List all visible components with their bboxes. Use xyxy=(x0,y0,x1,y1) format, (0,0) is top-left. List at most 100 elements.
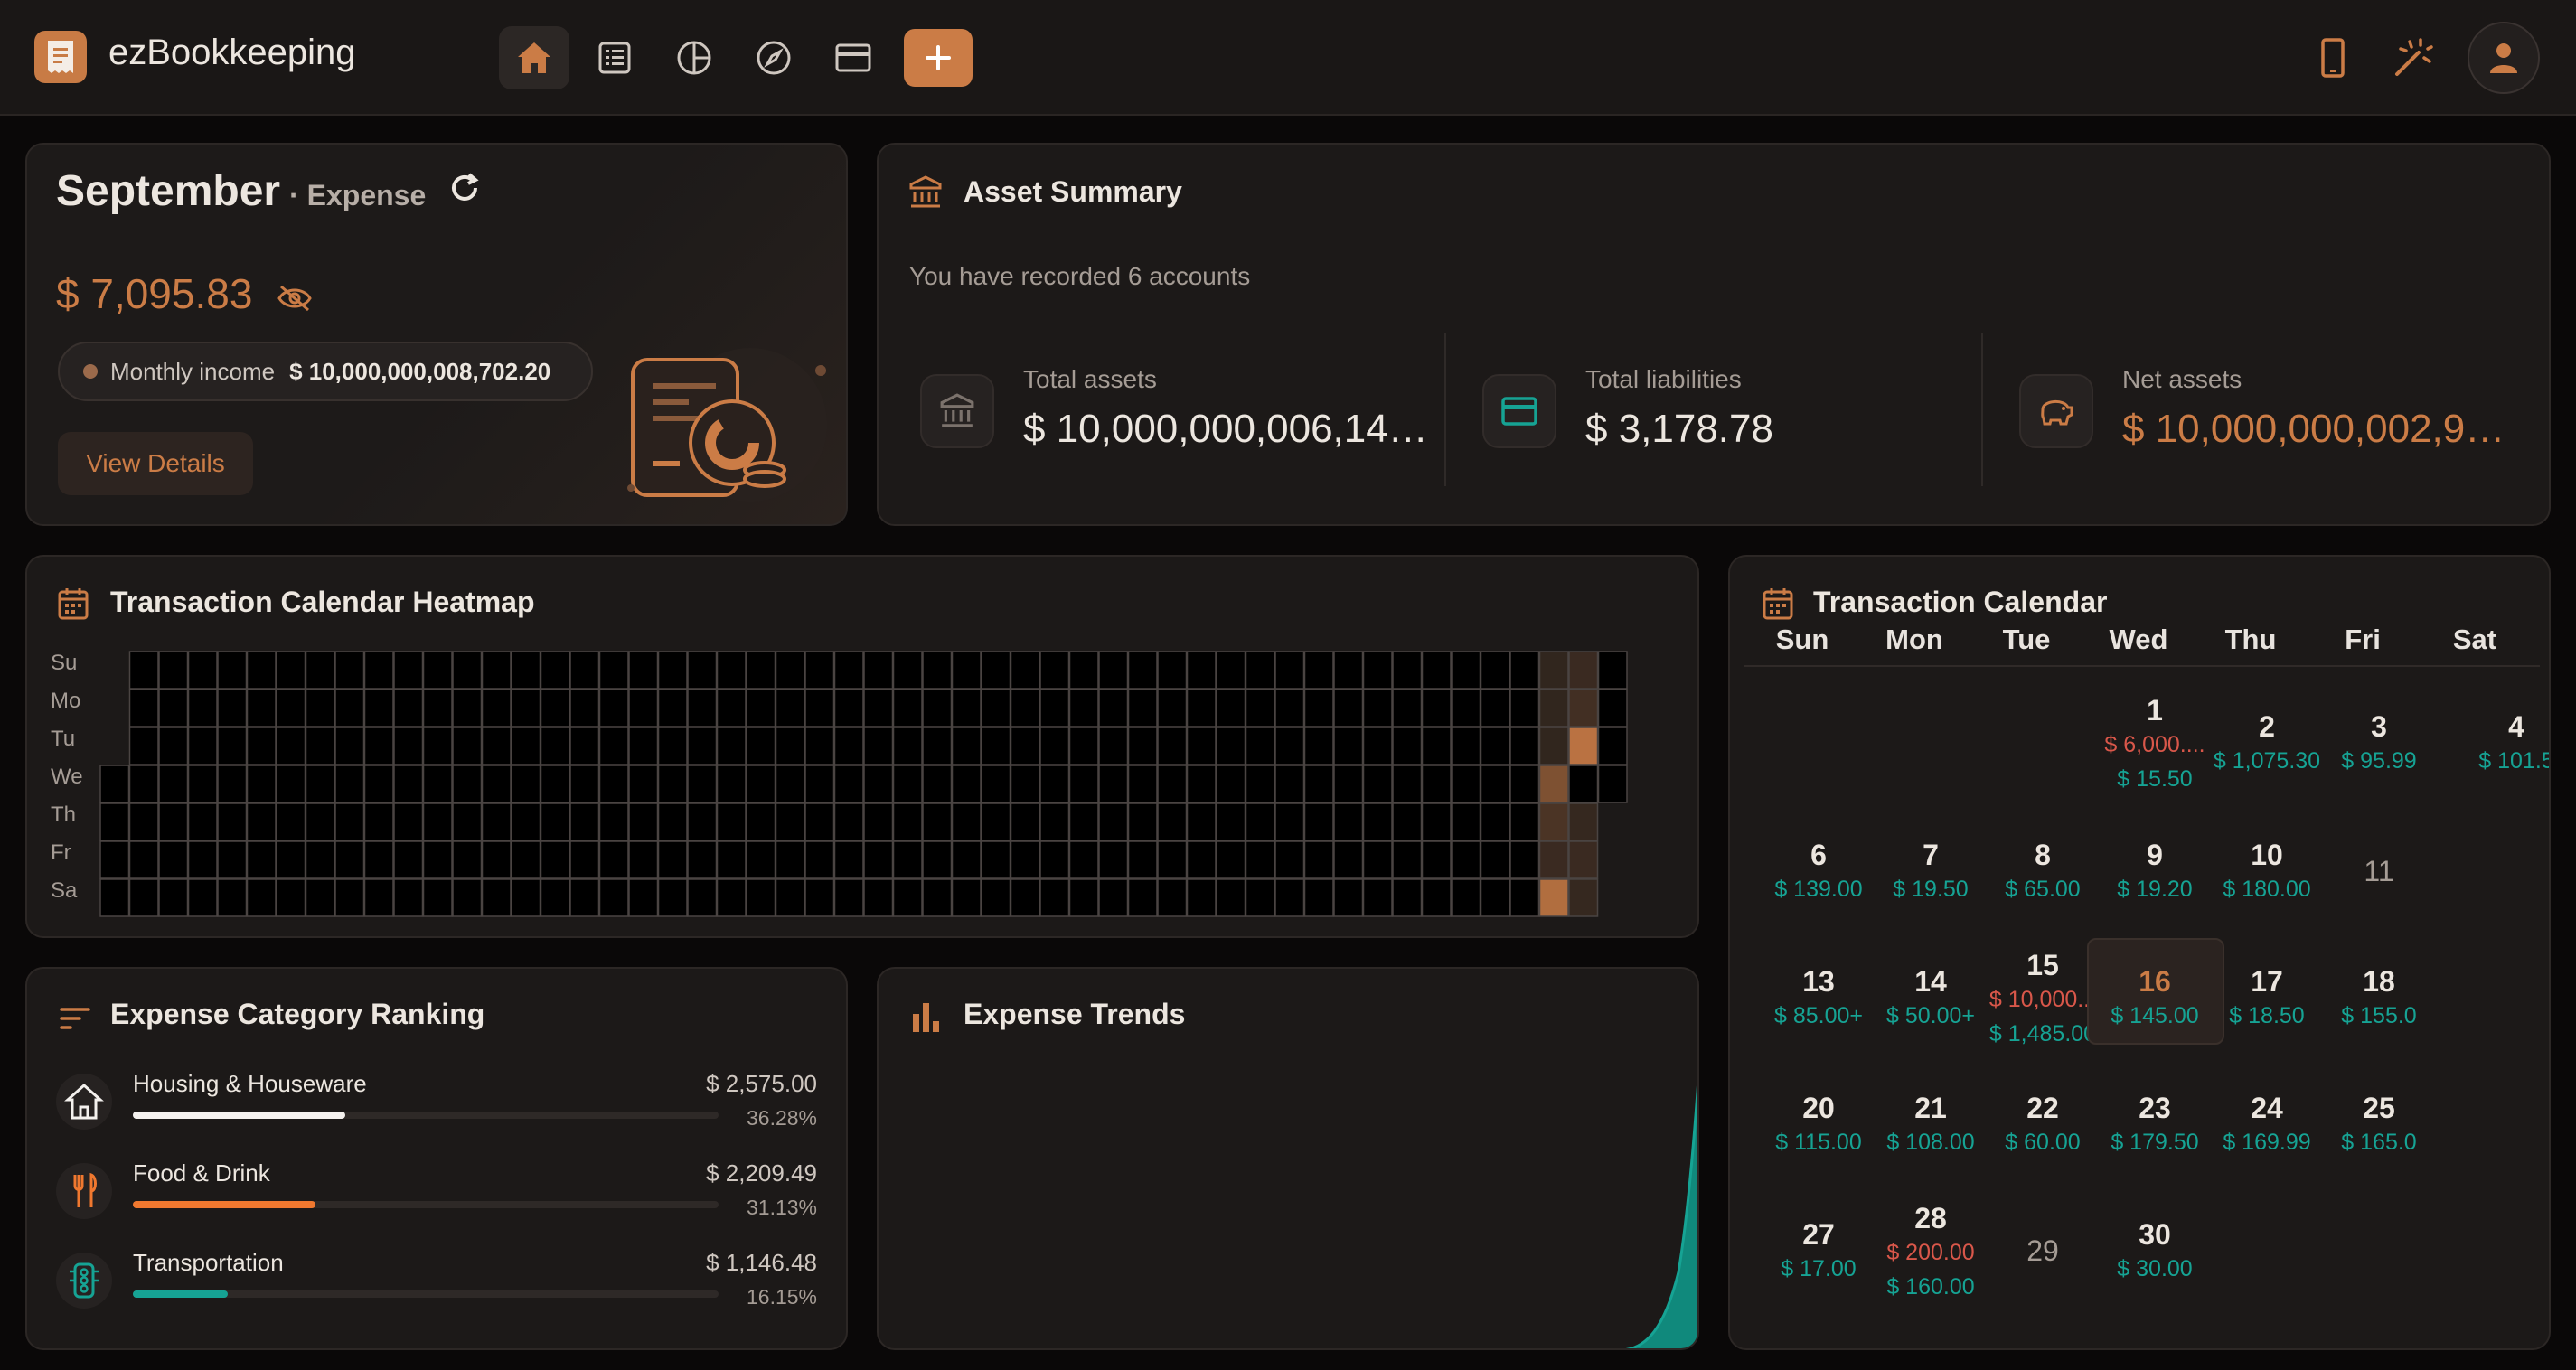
heatmap-cell[interactable] xyxy=(657,802,688,841)
heatmap-cell[interactable] xyxy=(628,727,659,765)
heatmap-cell[interactable] xyxy=(481,689,512,727)
heatmap-cell[interactable] xyxy=(1274,840,1305,879)
heatmap-cell[interactable] xyxy=(1157,840,1188,879)
heatmap-cell[interactable] xyxy=(1568,765,1599,803)
heatmap-cell[interactable] xyxy=(892,765,923,803)
heatmap-cell[interactable] xyxy=(187,802,218,841)
heatmap-cell[interactable] xyxy=(481,840,512,879)
heatmap-cell[interactable] xyxy=(334,765,365,803)
heatmap-cell[interactable] xyxy=(1480,651,1510,690)
heatmap-cell[interactable] xyxy=(1362,689,1393,727)
heatmap-cell[interactable] xyxy=(951,802,982,841)
calendar-day-cell[interactable]: 3 $ 95.99 xyxy=(2311,710,2447,778)
heatmap-cell[interactable] xyxy=(334,727,365,765)
heatmap-cell[interactable] xyxy=(276,802,306,841)
heatmap-cell[interactable] xyxy=(422,765,453,803)
heatmap-cell[interactable] xyxy=(892,689,923,727)
heatmap-cell[interactable] xyxy=(511,878,541,917)
calendar-day-cell[interactable]: 4 $ 101.5 xyxy=(2449,710,2549,778)
heatmap-cell[interactable] xyxy=(1039,878,1070,917)
heatmap-cell[interactable] xyxy=(746,651,776,690)
heatmap-cell[interactable] xyxy=(305,802,335,841)
refresh-icon[interactable] xyxy=(447,171,482,205)
heatmap-cell[interactable] xyxy=(540,802,570,841)
heatmap-cell[interactable] xyxy=(1186,765,1217,803)
heatmap-cell[interactable] xyxy=(1538,878,1569,917)
heatmap-cell[interactable] xyxy=(217,651,248,690)
heatmap-cell[interactable] xyxy=(1597,727,1628,765)
heatmap-cell[interactable] xyxy=(393,802,424,841)
heatmap-cell[interactable] xyxy=(951,727,982,765)
heatmap-cell[interactable] xyxy=(305,878,335,917)
heatmap-cell[interactable] xyxy=(746,802,776,841)
heatmap-cell[interactable] xyxy=(687,878,718,917)
heatmap-cell[interactable] xyxy=(628,689,659,727)
heatmap-cell[interactable] xyxy=(1538,651,1569,690)
heatmap-cell[interactable] xyxy=(158,727,189,765)
heatmap-cell[interactable] xyxy=(1451,878,1481,917)
heatmap-cell[interactable] xyxy=(1216,727,1246,765)
heatmap-cell[interactable] xyxy=(128,727,159,765)
heatmap-cell[interactable] xyxy=(1568,878,1599,917)
view-details-button[interactable]: View Details xyxy=(58,432,253,495)
heatmap-cell[interactable] xyxy=(540,689,570,727)
heatmap-cell[interactable] xyxy=(452,689,483,727)
heatmap-cell[interactable] xyxy=(452,802,483,841)
heatmap-cell[interactable] xyxy=(1098,689,1129,727)
heatmap-cell[interactable] xyxy=(246,765,277,803)
heatmap-cell[interactable] xyxy=(569,651,600,690)
heatmap-cell[interactable] xyxy=(569,765,600,803)
heatmap-cell[interactable] xyxy=(305,727,335,765)
heatmap-cell[interactable] xyxy=(1245,878,1275,917)
heatmap-cell[interactable] xyxy=(1186,727,1217,765)
heatmap-cell[interactable] xyxy=(833,689,864,727)
heatmap-cell[interactable] xyxy=(598,689,629,727)
heatmap-cell[interactable] xyxy=(1186,651,1217,690)
heatmap-cell[interactable] xyxy=(187,651,218,690)
heatmap-cell[interactable] xyxy=(393,765,424,803)
heatmap-cell[interactable] xyxy=(569,878,600,917)
heatmap-cell[interactable] xyxy=(246,802,277,841)
calendar-day-cell[interactable]: 30 $ 30.00 xyxy=(2087,1218,2223,1286)
heatmap-cell[interactable] xyxy=(422,802,453,841)
heatmap-cell[interactable] xyxy=(305,840,335,879)
calendar-day-cell[interactable]: 18 $ 155.0 xyxy=(2311,965,2447,1033)
heatmap-cell[interactable] xyxy=(1098,651,1129,690)
heatmap-cell[interactable] xyxy=(833,840,864,879)
heatmap-cell[interactable] xyxy=(1451,651,1481,690)
heatmap-cell[interactable] xyxy=(804,802,835,841)
heatmap-cell[interactable] xyxy=(775,689,805,727)
heatmap-cell[interactable] xyxy=(804,765,835,803)
nav-statistics-button[interactable] xyxy=(659,26,729,89)
heatmap-cell[interactable] xyxy=(187,765,218,803)
heatmap-cell[interactable] xyxy=(99,802,130,841)
heatmap-cell[interactable] xyxy=(1538,840,1569,879)
heatmap-cell[interactable] xyxy=(1538,802,1569,841)
ranking-item[interactable]: Food & Drink $ 2,209.49 31.13% xyxy=(27,1159,846,1241)
heatmap-cell[interactable] xyxy=(569,689,600,727)
calendar-day-cell[interactable]: 11 xyxy=(2311,839,2447,888)
heatmap-cell[interactable] xyxy=(1421,878,1452,917)
heatmap-cell[interactable] xyxy=(305,765,335,803)
heatmap-cell[interactable] xyxy=(246,727,277,765)
heatmap-cell[interactable] xyxy=(363,802,394,841)
heatmap-cell[interactable] xyxy=(422,727,453,765)
heatmap-cell[interactable] xyxy=(393,727,424,765)
heatmap-cell[interactable] xyxy=(1127,727,1158,765)
heatmap-cell[interactable] xyxy=(1392,878,1423,917)
heatmap-cell[interactable] xyxy=(628,878,659,917)
heatmap-cell[interactable] xyxy=(481,765,512,803)
heatmap-cell[interactable] xyxy=(511,651,541,690)
heatmap-cell[interactable] xyxy=(1392,727,1423,765)
heatmap-cell[interactable] xyxy=(481,651,512,690)
heatmap-cell[interactable] xyxy=(1392,651,1423,690)
heatmap-cell[interactable] xyxy=(1451,727,1481,765)
heatmap-cell[interactable] xyxy=(892,802,923,841)
heatmap-cell[interactable] xyxy=(746,878,776,917)
heatmap-cell[interactable] xyxy=(833,802,864,841)
heatmap-cell[interactable] xyxy=(1186,689,1217,727)
heatmap-cell[interactable] xyxy=(1421,802,1452,841)
heatmap-cell[interactable] xyxy=(1568,727,1599,765)
heatmap-cell[interactable] xyxy=(1245,689,1275,727)
heatmap-cell[interactable] xyxy=(775,840,805,879)
